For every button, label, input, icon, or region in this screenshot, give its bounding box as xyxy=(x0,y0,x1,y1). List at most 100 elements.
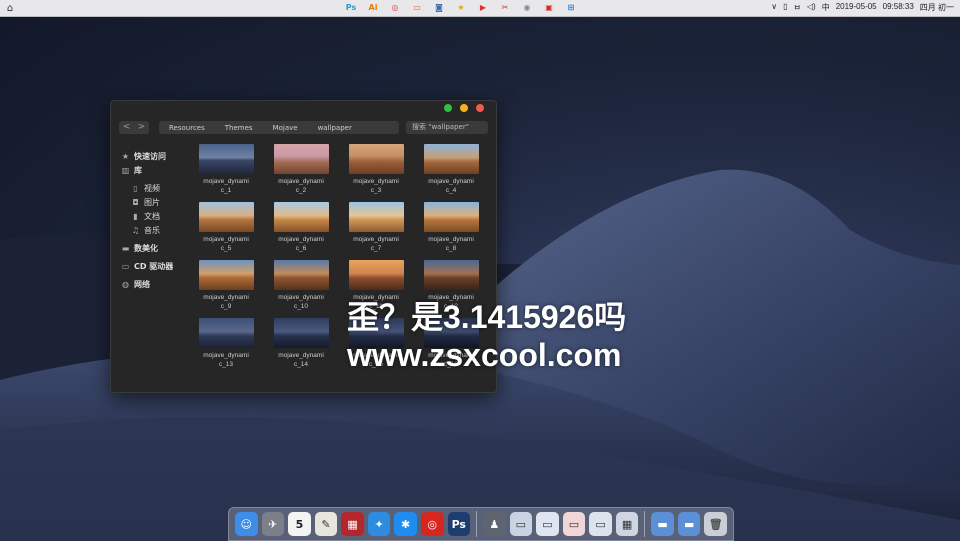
sidebar-item[interactable]: ♫ 音乐 xyxy=(121,223,191,237)
sidebar-item[interactable]: ▥ 库 xyxy=(121,163,191,177)
folder-icon[interactable]: ▬ xyxy=(677,512,701,536)
finder-icon[interactable]: ☺ xyxy=(235,512,258,536)
safari-icon[interactable]: ✦ xyxy=(367,512,391,536)
photo-booth-icon[interactable]: ▦ xyxy=(341,512,364,536)
file-item[interactable]: mojave_dynami c_10 xyxy=(271,260,331,311)
nav-buttons: < > xyxy=(119,121,149,134)
camera-icon[interactable]: ◙ xyxy=(432,1,446,14)
app-icon[interactable]: ◎ xyxy=(388,1,402,14)
app-icon[interactable]: ✂ xyxy=(498,1,512,14)
document-icon[interactable]: ▯ xyxy=(783,2,787,13)
window-icon[interactable]: ▭ xyxy=(536,512,559,536)
sidebar-item[interactable]: ▮ 文档 xyxy=(121,209,191,223)
title-bar[interactable] xyxy=(111,101,496,117)
file-name: mojave_dynami c_5 xyxy=(203,236,249,252)
file-name: mojave_dynami c_14 xyxy=(278,352,324,368)
ime-indicator[interactable]: 中 xyxy=(822,2,830,13)
file-item[interactable]: mojave_dynami c_6 xyxy=(271,202,331,253)
breadcrumb-item[interactable]: Resources xyxy=(159,124,215,132)
file-item[interactable]: mojave_dynami c_5 xyxy=(196,202,256,253)
sidebar-item-label: 文档 xyxy=(144,211,160,221)
preview-icon[interactable]: ♟ xyxy=(483,512,506,536)
file-item[interactable]: mojave_dynami c_8 xyxy=(421,202,481,253)
star-icon[interactable]: ★ xyxy=(454,1,468,14)
sidebar-icon: ▬ xyxy=(121,243,130,253)
file-thumbnail xyxy=(198,260,254,290)
sidebar-item-label: 音乐 xyxy=(144,225,160,235)
sidebar-item[interactable]: ★ 快速访问 xyxy=(121,149,191,163)
file-thumbnail xyxy=(198,318,254,348)
app-store-icon[interactable]: ✱ xyxy=(394,512,417,536)
sidebar-item[interactable]: ◍ 网络 xyxy=(121,277,191,291)
windows-icon[interactable]: ⊞ xyxy=(564,1,578,14)
trash-icon[interactable]: 🗑 xyxy=(704,512,727,536)
file-item[interactable]: mojave_dynami c_3 xyxy=(346,144,406,195)
sidebar-item-label: 网络 xyxy=(134,279,150,289)
search-input[interactable]: 搜索 "wallpaper" xyxy=(406,121,488,134)
file-item[interactable]: mojave_dynami c_4 xyxy=(421,144,481,195)
window-icon[interactable]: ▭ xyxy=(562,512,586,536)
file-name: mojave_dynami c_7 xyxy=(353,236,399,252)
window-icon[interactable]: ▭ xyxy=(589,512,612,536)
sidebar-item-label: 库 xyxy=(134,165,142,175)
breadcrumb-item[interactable]: Themes xyxy=(215,124,263,132)
file-thumbnail xyxy=(423,260,479,290)
overlay-line-1: 歪？是3.1415926吗 xyxy=(347,299,627,335)
file-name: mojave_dynami c_9 xyxy=(203,294,249,310)
file-name: mojave_dynami c_6 xyxy=(278,236,324,252)
apple-menu-icon[interactable]: ⌂ xyxy=(0,3,20,14)
minimize-button[interactable] xyxy=(460,104,468,112)
file-item[interactable]: mojave_dynami c_1 xyxy=(196,144,256,195)
window-icon[interactable]: ▭ xyxy=(509,512,533,536)
file-thumbnail xyxy=(348,144,404,174)
ai-icon[interactable]: Ai xyxy=(366,1,380,14)
sidebar-item[interactable]: ◘ 图片 xyxy=(121,195,191,209)
netease-music-icon[interactable]: ◎ xyxy=(420,512,444,536)
file-item[interactable]: mojave_dynami c_7 xyxy=(346,202,406,253)
sidebar-item-label: 快速访问 xyxy=(134,151,166,161)
file-item[interactable]: mojave_dynami c_13 xyxy=(196,318,256,369)
file-name: mojave_dynami c_8 xyxy=(428,236,474,252)
sidebar-item[interactable]: ▭ CD 驱动器 xyxy=(121,259,191,273)
file-item[interactable]: mojave_dynami c_2 xyxy=(271,144,331,195)
calendar-icon[interactable]: 5 xyxy=(288,512,311,536)
folder-icon[interactable]: ▬ xyxy=(651,512,674,536)
ps-icon[interactable]: Ps xyxy=(344,1,358,14)
input-method-icon[interactable]: ㅂ xyxy=(794,2,801,13)
sidebar-item-label: 图片 xyxy=(144,197,160,207)
file-name: mojave_dynami c_10 xyxy=(278,294,324,310)
file-thumbnail xyxy=(348,202,404,232)
close-button[interactable] xyxy=(476,104,484,112)
window-controls xyxy=(444,104,484,112)
file-thumbnail xyxy=(273,318,329,348)
notes-icon[interactable]: ✎ xyxy=(314,512,338,536)
menubar-status: ∨ ▯ ㅂ ◁) 中 2019-05-05 09:58:33 四月 初一 xyxy=(771,2,954,13)
sidebar-icon: ▭ xyxy=(121,261,130,271)
file-name: mojave_dynami c_13 xyxy=(203,352,249,368)
maximize-button[interactable] xyxy=(444,104,452,112)
display-icon[interactable]: ▣ xyxy=(542,1,556,14)
forward-button[interactable]: > xyxy=(134,121,149,134)
sidebar-item-label: 视频 xyxy=(144,183,160,193)
file-name: mojave_dynami c_1 xyxy=(203,178,249,194)
dock-separator xyxy=(644,511,646,537)
app-icon[interactable]: ◉ xyxy=(520,1,534,14)
breadcrumb-item[interactable]: Mojave xyxy=(263,124,308,132)
chevron-down-icon[interactable]: ∨ xyxy=(771,2,777,13)
breadcrumb-item[interactable]: wallpaper xyxy=(308,124,362,132)
app-icon[interactable]: ▭ xyxy=(410,1,424,14)
launchpad-icon[interactable]: ✈ xyxy=(261,512,285,536)
back-button[interactable]: < xyxy=(119,121,134,134)
sidebar-item-label: CD 驱动器 xyxy=(134,261,174,271)
sidebar-item[interactable]: ▯ 视频 xyxy=(121,181,191,195)
app-icon[interactable]: ▶ xyxy=(476,1,490,14)
file-item[interactable]: mojave_dynami c_9 xyxy=(196,260,256,311)
sidebar-item-label: 数美化 xyxy=(134,243,158,253)
sidebar-item[interactable]: ▬ 数美化 xyxy=(121,241,191,255)
photoshop-icon[interactable]: Ps xyxy=(447,512,471,536)
grid-icon[interactable]: ▦ xyxy=(615,512,639,536)
sidebar-icon: ▯ xyxy=(133,183,138,193)
file-item[interactable]: mojave_dynami c_14 xyxy=(271,318,331,369)
dock-separator xyxy=(476,511,477,537)
volume-icon[interactable]: ◁) xyxy=(807,2,816,13)
